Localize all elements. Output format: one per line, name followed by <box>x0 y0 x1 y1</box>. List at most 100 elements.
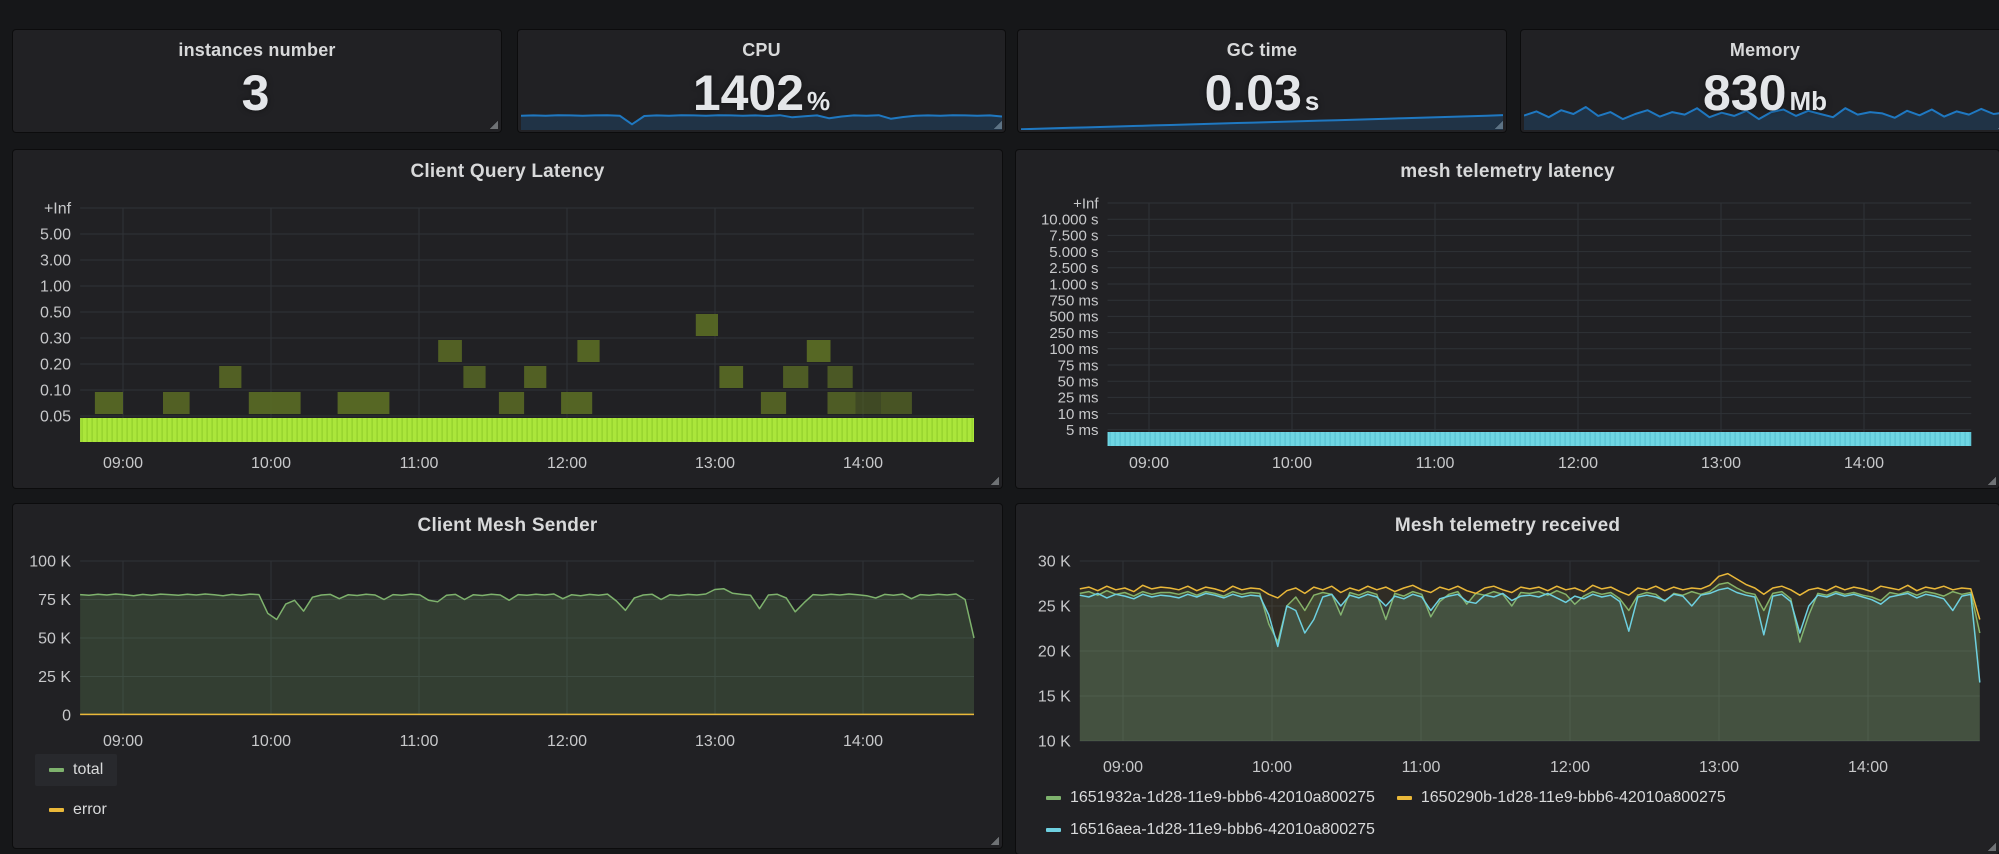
svg-text:09:00: 09:00 <box>103 455 143 472</box>
panel-title[interactable]: CPU <box>518 30 1005 61</box>
svg-text:250 ms: 250 ms <box>1049 325 1098 342</box>
svg-text:10:00: 10:00 <box>1272 455 1312 472</box>
panel-memory[interactable]: Memory 830Mb <box>1521 30 1999 132</box>
stat-value: 1402% <box>518 68 1005 118</box>
legend-dash-icon <box>49 768 64 772</box>
panel-client-query-latency[interactable]: Client Query Latency +Inf5.003.001.000.5… <box>13 150 1002 488</box>
mesh-telemetry-received-graph[interactable]: 30 K 25 K 20 K 15 K 10 K 09:00 10:00 11:00 12:00… <box>1016 504 1999 782</box>
client-query-latency-heatmap[interactable]: +Inf5.003.001.000.500.300.200.100.0509:0… <box>13 150 1002 488</box>
svg-text:0.10: 0.10 <box>40 383 71 400</box>
dashboard: instances number 3 CPU 1402% GC time 0.0… <box>0 0 1999 854</box>
svg-text:500 ms: 500 ms <box>1049 309 1098 326</box>
svg-text:50 K: 50 K <box>38 631 71 648</box>
panel-client-mesh-sender[interactable]: Client Mesh Sender 100 K75 K50 K25 K009:… <box>13 504 1002 848</box>
legend-item-16516aea[interactable]: 16516aea-1d28-11e9-bbb6-42010a800275 <box>1046 818 1375 842</box>
svg-text:13:00: 13:00 <box>1699 759 1739 776</box>
svg-text:75 ms: 75 ms <box>1058 357 1099 374</box>
svg-text:100 K: 100 K <box>29 554 71 571</box>
stat-unit: % <box>807 88 830 114</box>
legend-dash-icon <box>49 808 64 812</box>
resize-handle-icon[interactable] <box>990 476 999 485</box>
svg-text:0.30: 0.30 <box>40 331 71 348</box>
svg-text:25 K: 25 K <box>1038 599 1071 616</box>
legend-label: error <box>73 801 107 819</box>
panel-mesh-telemetry-received[interactable]: Mesh telemetry received 30 K25 K20 K15 K… <box>1016 504 1999 854</box>
svg-text:100 ms: 100 ms <box>1049 341 1098 358</box>
panel-gc-time[interactable]: GC time 0.03s <box>1018 30 1506 132</box>
panel-title[interactable]: Memory <box>1521 30 1999 61</box>
svg-text:13:00: 13:00 <box>695 455 735 472</box>
panel-title[interactable]: instances number <box>13 30 501 61</box>
stat-value: 3 <box>13 68 501 118</box>
svg-text:14:00: 14:00 <box>843 455 883 472</box>
svg-text:10:00: 10:00 <box>1252 759 1292 776</box>
legend-item-total[interactable]: total <box>35 754 117 786</box>
svg-text:5 ms: 5 ms <box>1066 422 1099 439</box>
svg-text:13:00: 13:00 <box>695 733 735 750</box>
svg-text:0: 0 <box>62 708 71 725</box>
stat-value: 830Mb <box>1521 68 1999 118</box>
svg-text:30 K: 30 K <box>1038 554 1071 571</box>
svg-text:50 ms: 50 ms <box>1058 373 1099 390</box>
stat-unit: Mb <box>1789 88 1827 114</box>
svg-text:11:00: 11:00 <box>1416 455 1455 472</box>
legend-item-1650290b[interactable]: 1650290b-1d28-11e9-bbb6-42010a800275 <box>1397 786 1726 810</box>
svg-text:0.50: 0.50 <box>40 305 71 322</box>
svg-text:+Inf: +Inf <box>1073 195 1099 212</box>
svg-text:1.00: 1.00 <box>40 279 71 296</box>
svg-text:13:00: 13:00 <box>1701 455 1741 472</box>
svg-text:09:00: 09:00 <box>1103 759 1143 776</box>
svg-text:10 K: 10 K <box>1038 734 1071 751</box>
legend-label: 16516aea-1d28-11e9-bbb6-42010a800275 <box>1070 821 1375 839</box>
svg-text:10:00: 10:00 <box>251 455 291 472</box>
legend: total error <box>35 754 121 826</box>
svg-text:10 ms: 10 ms <box>1058 406 1099 423</box>
panel-instances-number[interactable]: instances number 3 <box>13 30 501 132</box>
mesh-telemetry-latency-heatmap[interactable]: +Inf10.000 s7.500 s5.000 s2.500 s1.000 s… <box>1016 150 1999 488</box>
legend-label: 1651932a-1d28-11e9-bbb6-42010a800275 <box>1070 789 1375 807</box>
panel-cpu[interactable]: CPU 1402% <box>518 30 1005 132</box>
svg-text:11:00: 11:00 <box>1402 759 1441 776</box>
svg-text:12:00: 12:00 <box>1558 455 1598 472</box>
resize-handle-icon[interactable] <box>990 836 999 845</box>
legend-dash-icon <box>1046 828 1061 832</box>
resize-handle-icon[interactable] <box>1987 842 1996 851</box>
svg-text:09:00: 09:00 <box>1129 455 1169 472</box>
legend-dash-icon <box>1046 796 1061 800</box>
svg-text:11:00: 11:00 <box>400 733 439 750</box>
panel-mesh-telemetry-latency[interactable]: mesh telemetry latency +Inf10.000 s7.500… <box>1016 150 1999 488</box>
svg-text:5.00: 5.00 <box>40 227 71 244</box>
svg-text:12:00: 12:00 <box>1550 759 1590 776</box>
svg-text:12:00: 12:00 <box>547 733 587 750</box>
svg-text:15 K: 15 K <box>1038 689 1071 706</box>
svg-text:3.00: 3.00 <box>40 253 71 270</box>
svg-text:75 K: 75 K <box>38 592 71 609</box>
svg-text:0.20: 0.20 <box>40 357 71 374</box>
svg-text:0.05: 0.05 <box>40 409 71 426</box>
svg-text:11:00: 11:00 <box>400 455 439 472</box>
svg-text:750 ms: 750 ms <box>1049 292 1098 309</box>
svg-text:10.000 s: 10.000 s <box>1041 211 1099 228</box>
legend-label: 1650290b-1d28-11e9-bbb6-42010a800275 <box>1421 789 1726 807</box>
stat-unit: s <box>1305 88 1319 114</box>
stat-value: 0.03s <box>1018 68 1506 118</box>
svg-text:7.500 s: 7.500 s <box>1049 228 1098 245</box>
legend-dash-icon <box>1397 796 1412 800</box>
svg-text:10:00: 10:00 <box>251 733 291 750</box>
resize-handle-icon[interactable] <box>1987 476 1996 485</box>
svg-text:14:00: 14:00 <box>1848 759 1888 776</box>
svg-text:25 ms: 25 ms <box>1058 390 1099 407</box>
panel-title[interactable]: GC time <box>1018 30 1506 61</box>
legend-label: total <box>73 761 103 779</box>
svg-text:2.500 s: 2.500 s <box>1049 260 1098 277</box>
svg-text:25 K: 25 K <box>38 669 71 686</box>
svg-text:5.000 s: 5.000 s <box>1049 244 1098 261</box>
legend-item-1651932a[interactable]: 1651932a-1d28-11e9-bbb6-42010a800275 <box>1046 786 1375 810</box>
svg-text:20 K: 20 K <box>1038 644 1071 661</box>
svg-text:12:00: 12:00 <box>547 455 587 472</box>
legend: 1651932a-1d28-11e9-bbb6-42010a800275 165… <box>1046 786 1726 842</box>
legend-item-error[interactable]: error <box>35 794 121 826</box>
client-mesh-sender-graph[interactable]: 100 K75 K50 K25 K009:0010:0011:0012:0013… <box>13 504 1002 754</box>
svg-text:14:00: 14:00 <box>1844 455 1884 472</box>
svg-text:14:00: 14:00 <box>843 733 883 750</box>
